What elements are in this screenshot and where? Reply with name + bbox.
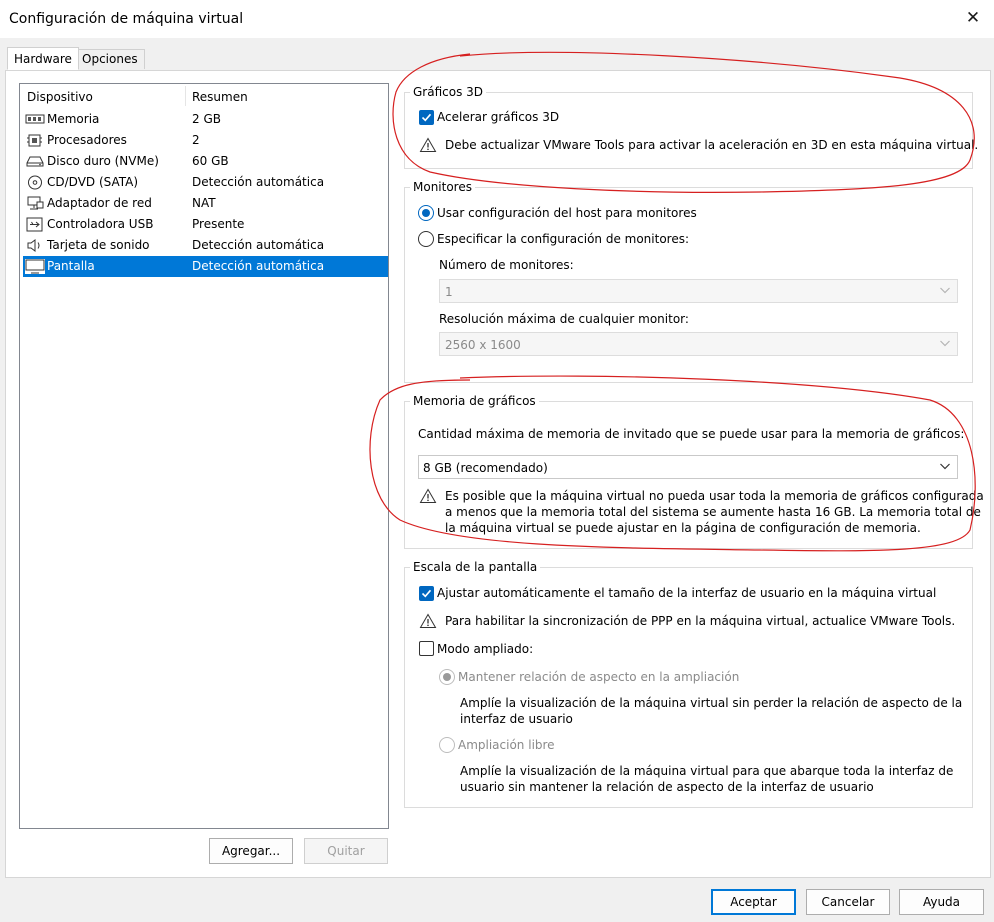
device-name: Memoria bbox=[47, 112, 100, 126]
device-row-cd-dvd[interactable]: CD/DVD (SATA) Detección automática bbox=[23, 172, 388, 193]
device-row-processors[interactable]: Procesadores 2 bbox=[23, 130, 388, 151]
device-list[interactable]: Dispositivo Resumen Memoria 2 GB Procesa… bbox=[19, 83, 389, 829]
checkmark-icon bbox=[421, 113, 432, 122]
keep-aspect-desc-line-1: Amplíe la visualización de la máquina vi… bbox=[460, 696, 963, 710]
device-row-sound[interactable]: Tarjeta de sonido Detección automática bbox=[23, 235, 388, 256]
keep-aspect-radio[interactable] bbox=[439, 669, 455, 685]
speaker-icon bbox=[27, 239, 40, 252]
free-stretch-radio[interactable] bbox=[439, 737, 455, 753]
warning-icon bbox=[419, 613, 437, 628]
max-resolution-value: 2560 x 1600 bbox=[445, 338, 521, 352]
use-host-monitors-label[interactable]: Usar configuración del host para monitor… bbox=[437, 206, 697, 220]
autofit-ui-checkbox[interactable] bbox=[419, 586, 434, 601]
use-host-monitors-radio[interactable] bbox=[418, 205, 434, 221]
graphics-memory-legend: Memoria de gráficos bbox=[410, 394, 539, 408]
device-name: Adaptador de red bbox=[47, 196, 152, 210]
device-name: Tarjeta de sonido bbox=[47, 238, 150, 252]
column-header-summary[interactable]: Resumen bbox=[192, 90, 248, 104]
monitor-count-value: 1 bbox=[445, 285, 453, 299]
device-name: Disco duro (NVMe) bbox=[47, 154, 159, 168]
monitor-count-label: Número de monitores: bbox=[439, 258, 574, 272]
graphics-memory-max-label: Cantidad máxima de memoria de invitado q… bbox=[418, 427, 965, 441]
chevron-down-icon bbox=[940, 340, 950, 347]
max-resolution-select[interactable]: 2560 x 1600 bbox=[439, 332, 958, 356]
network-adapter-icon bbox=[27, 196, 44, 210]
hard-disk-icon bbox=[26, 156, 44, 167]
specify-monitors-radio[interactable] bbox=[418, 231, 434, 247]
chevron-down-icon bbox=[940, 463, 950, 470]
device-summary: 2 GB bbox=[192, 112, 221, 126]
monitors-legend: Monitores bbox=[410, 180, 475, 194]
usb-icon bbox=[26, 217, 43, 232]
add-device-button[interactable]: Agregar... bbox=[209, 838, 293, 864]
memory-icon bbox=[25, 114, 45, 124]
remove-device-button[interactable]: Quitar bbox=[304, 838, 388, 864]
device-name: Procesadores bbox=[47, 133, 127, 147]
window-title: Configuración de máquina virtual bbox=[9, 11, 244, 27]
processor-icon bbox=[27, 134, 42, 147]
keep-aspect-label[interactable]: Mantener relación de aspecto en la ampli… bbox=[458, 670, 739, 684]
graphics-memory-warning-line-3: la máquina virtual se puede ajustar en l… bbox=[445, 521, 921, 535]
device-row-display[interactable]: Pantalla Detección automática bbox=[23, 256, 388, 277]
free-stretch-desc-line-1: Amplíe la visualización de la máquina vi… bbox=[460, 764, 954, 778]
ok-button[interactable]: Aceptar bbox=[711, 889, 796, 915]
device-summary: NAT bbox=[192, 196, 216, 210]
graphics-3d-legend: Gráficos 3D bbox=[410, 85, 487, 99]
graphics-memory-value: 8 GB (recomendado) bbox=[423, 461, 548, 475]
monitor-icon bbox=[25, 259, 45, 274]
device-row-network[interactable]: Adaptador de red NAT bbox=[23, 193, 388, 214]
cancel-button[interactable]: Cancelar bbox=[806, 889, 890, 915]
tab-hardware[interactable]: Hardware bbox=[7, 47, 79, 70]
device-name: CD/DVD (SATA) bbox=[47, 175, 139, 189]
device-summary: Presente bbox=[192, 217, 245, 231]
autofit-ui-label[interactable]: Ajustar automáticamente el tamaño de la … bbox=[437, 586, 936, 600]
stretch-mode-checkbox[interactable] bbox=[419, 641, 434, 656]
graphics-memory-warning-line-1: Es posible que la máquina virtual no pue… bbox=[445, 489, 984, 503]
warning-icon bbox=[419, 488, 437, 503]
graphics-memory-select[interactable]: 8 GB (recomendado) bbox=[418, 455, 958, 479]
title-bar: Configuración de máquina virtual ✕ bbox=[0, 0, 994, 38]
accelerate-3d-checkbox[interactable] bbox=[419, 110, 434, 125]
device-summary: Detección automática bbox=[192, 175, 325, 189]
monitor-count-select[interactable]: 1 bbox=[439, 279, 958, 303]
close-icon[interactable]: ✕ bbox=[963, 8, 983, 28]
graphics-memory-warning-line-2: a menos que la memoria total del sistema… bbox=[445, 505, 981, 519]
warning-icon bbox=[419, 137, 437, 152]
device-name: Controladora USB bbox=[47, 217, 154, 231]
graphics-3d-warning: Debe actualizar VMware Tools para activa… bbox=[445, 138, 979, 152]
device-row-usb[interactable]: Controladora USB Presente bbox=[23, 214, 388, 235]
help-button[interactable]: Ayuda bbox=[899, 889, 984, 915]
specify-monitors-label[interactable]: Especificar la configuración de monitore… bbox=[437, 232, 689, 246]
graphics-3d-group bbox=[404, 92, 973, 169]
ppp-sync-warning: Para habilitar la sincronización de PPP … bbox=[445, 614, 956, 628]
tab-options[interactable]: Opciones bbox=[75, 49, 145, 69]
free-stretch-desc-line-2: usuario sin mantener la relación de aspe… bbox=[460, 780, 874, 794]
device-row-memory[interactable]: Memoria 2 GB bbox=[23, 109, 388, 130]
device-summary: Detección automática bbox=[192, 259, 325, 273]
display-scaling-legend: Escala de la pantalla bbox=[410, 560, 541, 574]
device-row-hard-disk[interactable]: Disco duro (NVMe) 60 GB bbox=[23, 151, 388, 172]
keep-aspect-desc-line-2: interfaz de usuario bbox=[460, 712, 573, 726]
column-divider bbox=[185, 86, 186, 106]
device-name: Pantalla bbox=[47, 259, 95, 273]
device-summary: Detección automática bbox=[192, 238, 325, 252]
device-summary: 60 GB bbox=[192, 154, 229, 168]
free-stretch-label[interactable]: Ampliación libre bbox=[458, 738, 555, 752]
checkmark-icon bbox=[421, 589, 432, 598]
device-summary: 2 bbox=[192, 133, 200, 147]
cd-dvd-icon bbox=[28, 175, 42, 190]
accelerate-3d-label[interactable]: Acelerar gráficos 3D bbox=[437, 110, 559, 124]
chevron-down-icon bbox=[940, 287, 950, 294]
max-resolution-label: Resolución máxima de cualquier monitor: bbox=[439, 312, 689, 326]
column-header-device[interactable]: Dispositivo bbox=[27, 90, 93, 104]
stretch-mode-label[interactable]: Modo ampliado: bbox=[437, 642, 533, 656]
